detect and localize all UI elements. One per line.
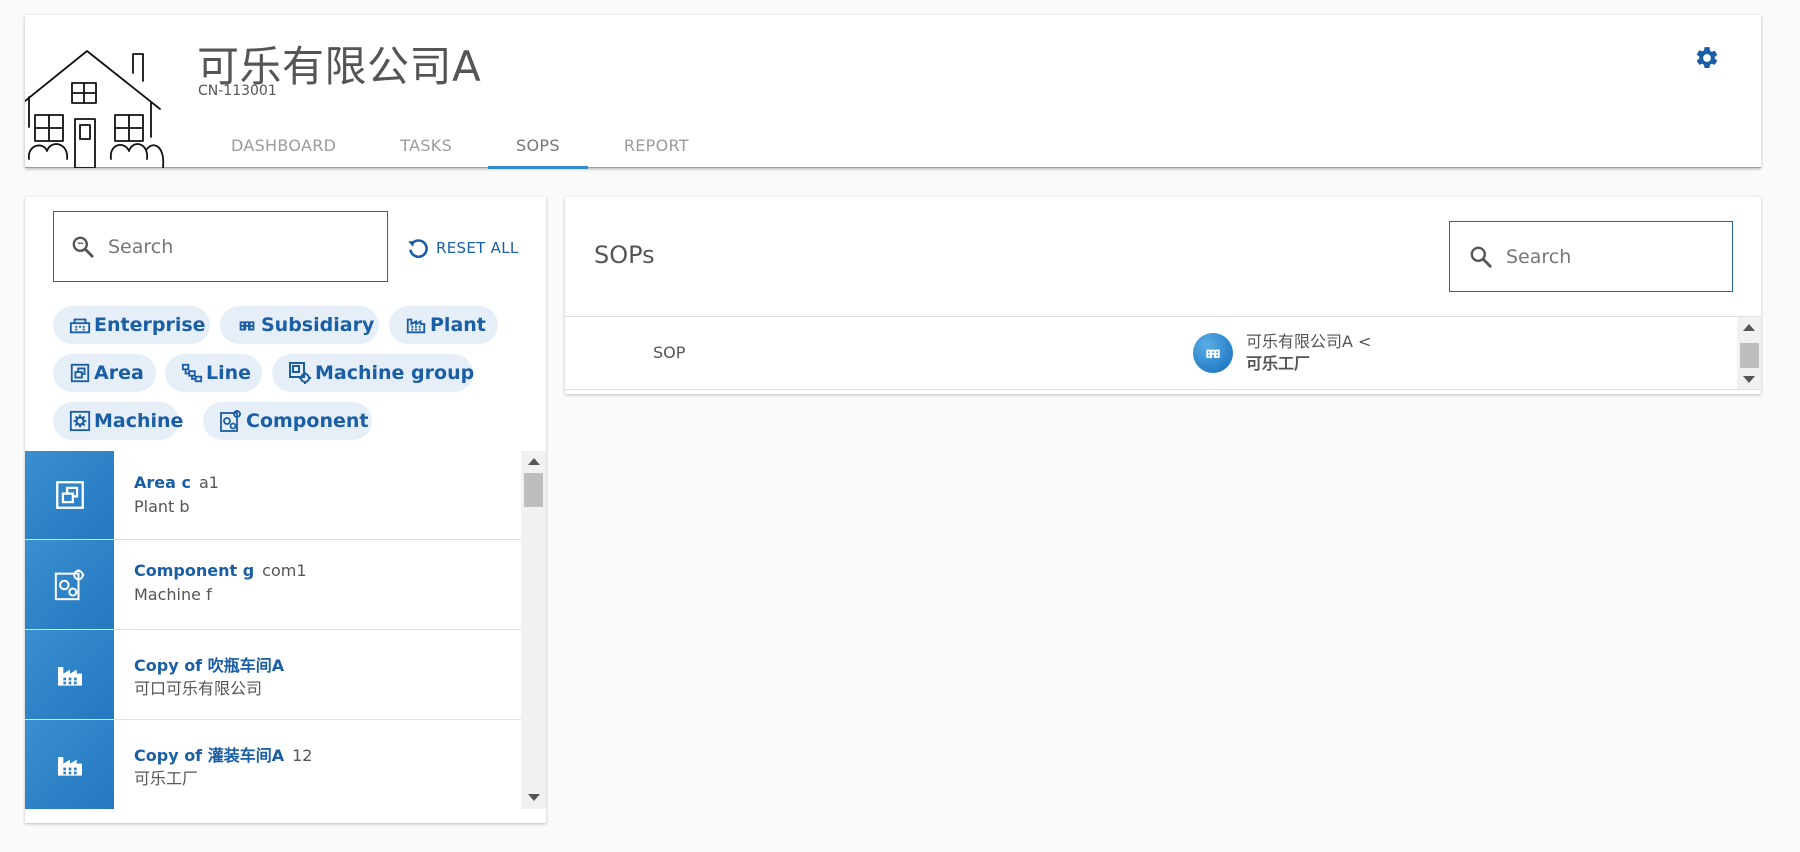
chip-subsidiary[interactable]: Subsidiary: [220, 306, 379, 344]
house-logo-icon: [25, 50, 165, 168]
chip-label: Subsidiary: [261, 314, 375, 336]
line-icon: [181, 363, 203, 383]
list-item[interactable]: Copy of 吹瓶车间A 可口可乐有限公司: [25, 630, 521, 720]
component-icon: [220, 410, 241, 432]
refresh-icon: [408, 239, 428, 259]
item-subtitle: Plant b: [134, 497, 190, 516]
sops-search-input[interactable]: [1506, 245, 1726, 268]
item-tile: [25, 720, 114, 809]
plant-icon: [57, 756, 82, 776]
item-code: 12: [292, 746, 313, 765]
sop-location-target: 可乐工厂: [1246, 354, 1311, 373]
chip-area[interactable]: Area: [53, 354, 156, 392]
sops-title: SOPs: [594, 241, 655, 269]
reset-all-button[interactable]: RESET ALL: [405, 235, 519, 261]
item-title: Copy of 吹瓶车间A: [134, 652, 284, 676]
hierarchy-search-input[interactable]: [108, 235, 358, 258]
subsidiary-icon: [239, 321, 255, 331]
plant-icon: [57, 666, 82, 686]
sops-list-scrollbar[interactable]: [1737, 317, 1761, 389]
tab-dashboard[interactable]: DASHBOARD: [203, 123, 364, 168]
item-name: Copy of 吹瓶车间A: [134, 656, 285, 675]
scroll-up-arrow[interactable]: [1743, 324, 1755, 331]
item-name: Component g: [134, 561, 255, 580]
item-tile: [25, 540, 114, 629]
divider: [565, 389, 1761, 390]
scroll-thumb[interactable]: [1740, 343, 1759, 368]
item-code: a1: [198, 473, 219, 492]
item-code: com1: [262, 561, 307, 580]
item-subtitle: Machine f: [134, 585, 212, 604]
sop-location-path: 可乐有限公司A <: [1246, 332, 1372, 351]
sops-panel: SOPs SOP 可乐有限公司A < 可乐工厂: [565, 197, 1761, 394]
plant-icon: [406, 318, 426, 334]
chip-label: Enterprise: [94, 314, 206, 336]
scroll-up-arrow[interactable]: [528, 458, 540, 465]
chip-machine-group[interactable]: Machine group: [272, 354, 475, 392]
component-icon: [54, 568, 84, 600]
hierarchy-list-scrollbar[interactable]: [521, 451, 546, 809]
settings-button[interactable]: [1690, 41, 1724, 75]
scroll-thumb[interactable]: [524, 473, 543, 507]
chip-label: Line: [206, 362, 252, 384]
sop-row[interactable]: SOP 可乐有限公司A < 可乐工厂: [565, 317, 1737, 389]
chip-label: Machine group: [315, 362, 475, 384]
main-tabs: DASHBOARD TASKS SOPS REPORT: [203, 123, 725, 169]
item-subtitle: 可乐工厂: [134, 769, 199, 788]
chip-line[interactable]: Line: [165, 354, 262, 392]
sop-label: SOP: [653, 343, 686, 362]
item-title: Component g com1: [134, 561, 307, 580]
company-code: CN-113001: [198, 83, 277, 99]
tab-tasks[interactable]: TASKS: [372, 123, 480, 168]
enterprise-icon: [69, 318, 91, 334]
list-item[interactable]: Area c a1 Plant b: [25, 451, 521, 540]
search-icon: [72, 236, 94, 258]
chip-machine[interactable]: Machine: [53, 402, 183, 440]
item-title: Area c a1: [134, 473, 219, 492]
chip-label: Component: [246, 410, 369, 432]
chip-plant[interactable]: Plant: [389, 306, 498, 344]
list-item[interactable]: Component g com1 Machine f: [25, 540, 521, 630]
item-subtitle: 可口可乐有限公司: [134, 679, 263, 698]
area-icon: [55, 481, 84, 509]
reset-all-label: RESET ALL: [436, 239, 519, 257]
chip-label: Area: [94, 362, 144, 384]
tab-report[interactable]: REPORT: [596, 123, 717, 168]
list-item[interactable]: Copy of 灌装车间A 12 可乐工厂: [25, 720, 521, 809]
area-icon: [70, 363, 90, 383]
chip-label: Plant: [430, 314, 486, 336]
hierarchy-filter-panel: RESET ALL Enterprise Subsidiary Plant Ar…: [25, 197, 546, 823]
tab-sops[interactable]: SOPS: [488, 123, 588, 169]
app-header: 可乐有限公司A CN-113001 DASHBOARD TASKS SOPS R…: [25, 15, 1761, 169]
hierarchy-search-box[interactable]: [53, 211, 388, 282]
scroll-down-arrow[interactable]: [1743, 376, 1755, 383]
item-tile: [25, 451, 114, 539]
item-name: Copy of 灌装车间A: [134, 746, 285, 765]
chip-enterprise[interactable]: Enterprise: [53, 306, 210, 344]
chip-label: Machine: [94, 410, 184, 432]
hierarchy-list: Area c a1 Plant b Component g com1 Machine…: [25, 451, 521, 809]
scroll-down-arrow[interactable]: [528, 794, 540, 801]
item-title: Copy of 灌装车间A 12: [134, 742, 312, 766]
item-tile: [25, 630, 114, 719]
item-name: Area c: [134, 473, 191, 492]
machine-group-icon: [289, 362, 311, 384]
subsidiary-icon: [1206, 349, 1220, 358]
chip-component[interactable]: Component: [203, 402, 372, 440]
sops-search-box[interactable]: [1449, 221, 1733, 292]
sop-location-avatar: [1193, 333, 1233, 373]
search-icon: [1470, 246, 1492, 268]
machine-icon: [69, 410, 91, 432]
gear-icon: [1696, 47, 1718, 68]
